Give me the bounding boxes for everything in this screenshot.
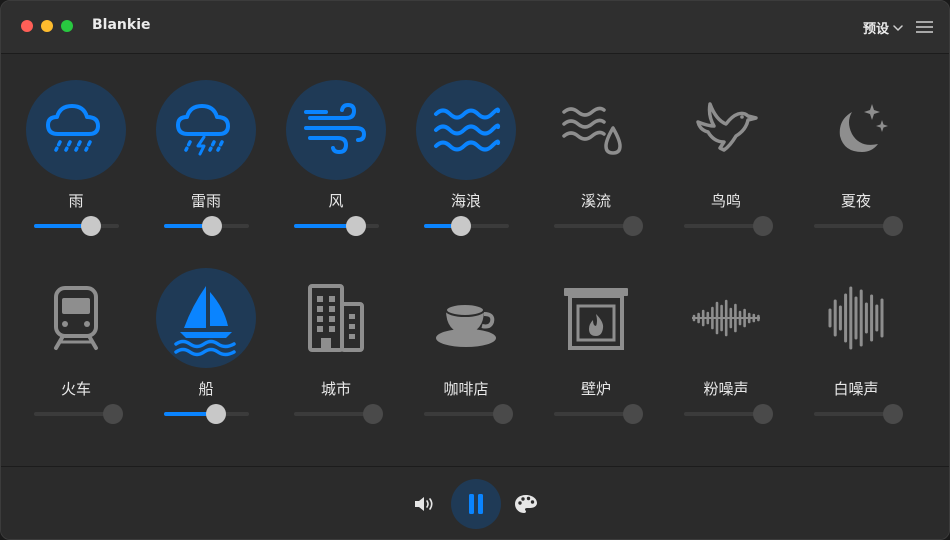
sound-tile[interactable]: 火车 xyxy=(11,242,141,424)
sound-label: 夏夜 xyxy=(840,192,871,210)
sound-tile[interactable]: 鸟鸣 xyxy=(661,54,791,236)
volume-slider[interactable] xyxy=(684,216,773,236)
sound-tile[interactable]: 白噪声 xyxy=(791,242,921,424)
volume-slider[interactable] xyxy=(294,404,383,424)
sound-tile[interactable]: 夏夜 xyxy=(791,54,921,236)
sound-tile[interactable]: 咖啡店 xyxy=(401,242,531,424)
bird-icon xyxy=(686,90,766,170)
volume-slider[interactable] xyxy=(814,404,903,424)
wind-icon xyxy=(296,90,376,170)
volume-slider[interactable] xyxy=(34,404,123,424)
volume-slider[interactable] xyxy=(684,404,773,424)
close-window-button[interactable] xyxy=(21,20,33,32)
sound-label: 船 xyxy=(198,380,214,398)
sound-label: 鸟鸣 xyxy=(710,192,741,210)
play-pause-button[interactable] xyxy=(451,479,501,529)
slider-knob[interactable] xyxy=(81,216,101,236)
sound-tile[interactable]: 海浪 xyxy=(401,54,531,236)
sound-label: 城市 xyxy=(320,380,351,398)
sound-label: 雷雨 xyxy=(190,192,221,210)
train-icon xyxy=(36,278,116,358)
preset-dropdown[interactable]: 预设 xyxy=(863,18,903,37)
sound-label: 风 xyxy=(328,192,344,210)
slider-knob[interactable] xyxy=(346,216,366,236)
preset-label: 预设 xyxy=(863,22,890,37)
palette-icon[interactable] xyxy=(514,494,538,514)
fireplace-icon xyxy=(556,278,636,358)
sound-tile[interactable]: 城市 xyxy=(271,242,401,424)
sound-label: 粉噪声 xyxy=(703,380,749,398)
volume-slider[interactable] xyxy=(424,404,513,424)
sound-label: 火车 xyxy=(60,380,91,398)
zoom-window-button[interactable] xyxy=(61,20,73,32)
sound-label: 溪流 xyxy=(580,192,611,210)
pink-noise-waveform-icon xyxy=(686,278,766,358)
stream-drop-icon xyxy=(556,90,636,170)
chevron-down-icon xyxy=(893,24,903,31)
sound-label: 咖啡店 xyxy=(443,380,489,398)
cloud-bolt-rain-icon xyxy=(166,90,246,170)
menu-icon[interactable] xyxy=(916,20,933,34)
sound-label: 白噪声 xyxy=(833,380,879,398)
speaker-icon[interactable] xyxy=(413,495,437,513)
sound-label: 壁炉 xyxy=(580,380,611,398)
pause-icon xyxy=(469,494,483,514)
slider-knob[interactable] xyxy=(623,216,643,236)
sound-tile[interactable]: 风 xyxy=(271,54,401,236)
white-noise-waveform-icon xyxy=(816,278,896,358)
sound-tile[interactable]: 壁炉 xyxy=(531,242,661,424)
volume-slider[interactable] xyxy=(814,216,903,236)
sound-grid: 雨 雷雨 风 海浪 溪流 鸟鸣 夏夜 火车 船 城市 咖啡店 壁炉 粉噪声 白噪声 xyxy=(1,54,949,466)
slider-knob[interactable] xyxy=(363,404,383,424)
volume-slider[interactable] xyxy=(34,216,119,236)
slider-knob[interactable] xyxy=(753,404,773,424)
app-window: Blankie 预设 雨 雷雨 风 海浪 溪流 鸟鸣 夏夜 火车 船 城市 咖啡店… xyxy=(0,0,950,540)
slider-knob[interactable] xyxy=(202,216,222,236)
moon-stars-icon xyxy=(816,90,896,170)
sound-tile[interactable]: 雷雨 xyxy=(141,54,271,236)
sound-tile[interactable]: 雨 xyxy=(11,54,141,236)
sound-tile[interactable]: 粉噪声 xyxy=(661,242,791,424)
sound-tile[interactable]: 船 xyxy=(141,242,271,424)
volume-slider[interactable] xyxy=(164,404,249,424)
slider-knob[interactable] xyxy=(451,216,471,236)
sound-label: 海浪 xyxy=(450,192,481,210)
slider-knob[interactable] xyxy=(753,216,773,236)
app-title: Blankie xyxy=(92,17,151,33)
water-waves-icon xyxy=(426,90,506,170)
slider-knob[interactable] xyxy=(883,216,903,236)
volume-slider[interactable] xyxy=(554,404,643,424)
slider-knob[interactable] xyxy=(206,404,226,424)
coffee-cup-icon xyxy=(426,278,506,358)
volume-slider[interactable] xyxy=(164,216,249,236)
minimize-window-button[interactable] xyxy=(41,20,53,32)
volume-slider[interactable] xyxy=(294,216,379,236)
cloud-rain-icon xyxy=(36,90,116,170)
slider-knob[interactable] xyxy=(883,404,903,424)
slider-knob[interactable] xyxy=(623,404,643,424)
sailboat-icon xyxy=(166,278,246,358)
title-bar: Blankie 预设 xyxy=(1,1,949,54)
volume-slider[interactable] xyxy=(424,216,509,236)
slider-knob[interactable] xyxy=(103,404,123,424)
volume-slider[interactable] xyxy=(554,216,643,236)
building-icon xyxy=(296,278,376,358)
sound-tile[interactable]: 溪流 xyxy=(531,54,661,236)
slider-knob[interactable] xyxy=(493,404,513,424)
sound-label: 雨 xyxy=(68,192,84,210)
